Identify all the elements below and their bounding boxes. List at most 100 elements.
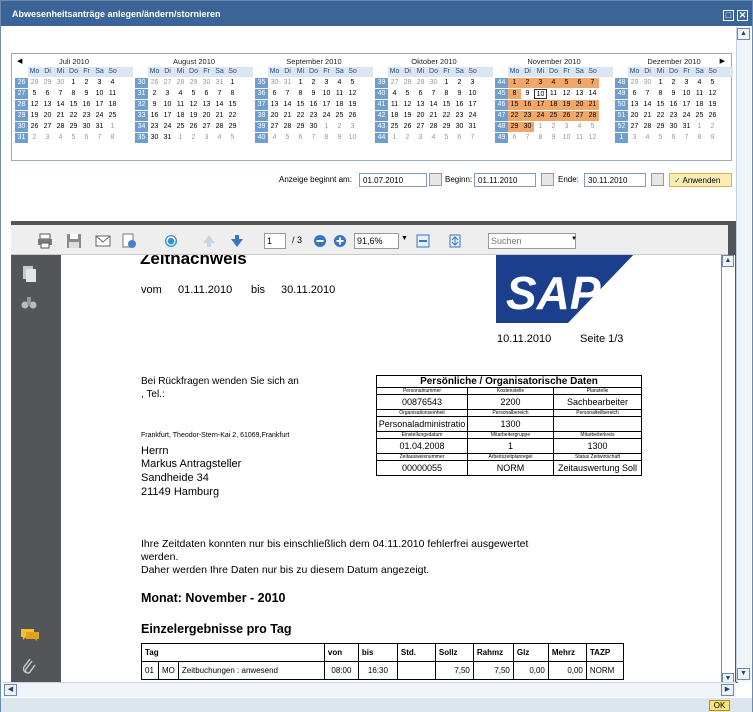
calendar-day[interactable]: 9 (547, 133, 560, 143)
week-number[interactable]: 32 (135, 100, 148, 110)
calendar-day[interactable]: 31 (281, 78, 294, 88)
print-icon[interactable] (37, 233, 53, 249)
calendar-day[interactable]: 13 (41, 100, 54, 110)
comment-tool-icon[interactable] (121, 233, 137, 249)
calendar-day[interactable]: 2 (187, 133, 200, 143)
calendar-day[interactable]: 2 (28, 133, 41, 143)
calendar-day[interactable]: 24 (680, 111, 693, 121)
calendar-day[interactable]: 11 (573, 133, 586, 143)
calendar-day[interactable]: 17 (161, 111, 174, 121)
calendar-day[interactable]: 6 (414, 89, 427, 99)
calendar-day[interactable]: 16 (453, 100, 466, 110)
calendar-day[interactable]: 10 (534, 89, 547, 99)
calendar-day[interactable]: 12 (401, 100, 414, 110)
fit-page-icon[interactable] (447, 233, 463, 249)
calendar-day[interactable]: 20 (41, 111, 54, 121)
calendar-icon[interactable] (651, 173, 664, 186)
calendar-day[interactable]: 3 (560, 122, 573, 132)
email-icon[interactable] (95, 233, 111, 249)
calendar-day[interactable]: 27 (200, 122, 213, 132)
calendar-day[interactable]: 30 (641, 78, 654, 88)
calendar-day[interactable]: 30 (268, 78, 281, 88)
calendar-day[interactable]: 22 (67, 111, 80, 121)
calendar-day[interactable]: 6 (200, 89, 213, 99)
calendar-day[interactable]: 24 (534, 111, 547, 121)
calendar-day[interactable]: 2 (307, 78, 320, 88)
zoom-in-icon[interactable] (332, 233, 348, 249)
calendar-day[interactable]: 15 (67, 100, 80, 110)
zoom-select[interactable]: 91,6% (354, 233, 399, 249)
calendar-day[interactable]: 17 (320, 100, 333, 110)
calendar-day[interactable]: 23 (80, 111, 93, 121)
next-month-icon[interactable]: ▶ (720, 57, 725, 65)
week-number[interactable]: 49 (495, 133, 508, 143)
calendar-day[interactable]: 7 (307, 133, 320, 143)
calendar-day[interactable]: 4 (547, 78, 560, 88)
calendar-day[interactable]: 25 (388, 122, 401, 132)
calendar-icon[interactable] (541, 173, 554, 186)
calendar-day[interactable]: 6 (573, 78, 586, 88)
calendar-day[interactable]: 14 (427, 100, 440, 110)
calendar-day[interactable]: 27 (628, 122, 641, 132)
calendar-day[interactable]: 2 (706, 122, 719, 132)
calendar-day[interactable]: 30 (148, 133, 161, 143)
calendar-day[interactable]: 29 (187, 78, 200, 88)
calendar-day[interactable]: 4 (388, 89, 401, 99)
calendar-day[interactable]: 24 (466, 111, 479, 121)
week-number[interactable]: 31 (15, 133, 28, 143)
calendar-day[interactable]: 27 (573, 111, 586, 121)
scroll-right-button[interactable]: ▶ (721, 684, 734, 696)
calendar-day[interactable]: 2 (401, 133, 414, 143)
calendar-day[interactable]: 10 (466, 89, 479, 99)
calendar-day[interactable]: 1 (67, 78, 80, 88)
calendar-day[interactable]: 28 (54, 122, 67, 132)
calendar-day[interactable]: 26 (148, 78, 161, 88)
calendar-day[interactable]: 3 (41, 133, 54, 143)
calendar-day[interactable]: 15 (440, 100, 453, 110)
pdf-scrollbar[interactable]: ▲ ▼ (721, 255, 735, 685)
calendar-day[interactable]: 9 (453, 89, 466, 99)
week-number[interactable]: 39 (375, 78, 388, 88)
calendar-day[interactable]: 17 (534, 100, 547, 110)
calendar-day[interactable]: 31 (93, 122, 106, 132)
calendar-day[interactable]: 28 (28, 78, 41, 88)
week-number[interactable]: 39 (255, 122, 268, 132)
calendar-day[interactable]: 11 (388, 100, 401, 110)
calendar-day[interactable]: 16 (80, 100, 93, 110)
scroll-up-button[interactable]: ▲ (722, 255, 734, 267)
week-number[interactable]: 31 (135, 89, 148, 99)
calendar-day[interactable]: 16 (307, 100, 320, 110)
attachments-binoculars-icon[interactable] (21, 295, 37, 309)
calendar-day[interactable]: 13 (628, 100, 641, 110)
calendar-day[interactable]: 30 (307, 122, 320, 132)
ok-button[interactable]: OK (709, 700, 730, 711)
week-number[interactable]: 28 (15, 100, 28, 110)
calendar-day[interactable]: 17 (680, 100, 693, 110)
calendar-day[interactable]: 6 (667, 133, 680, 143)
calendar-day[interactable]: 1 (440, 78, 453, 88)
calendar-day[interactable]: 11 (693, 89, 706, 99)
calendar-day[interactable]: 1 (534, 122, 547, 132)
week-number[interactable]: 30 (15, 122, 28, 132)
week-number[interactable]: 40 (375, 89, 388, 99)
scroll-left-button[interactable]: ◀ (4, 684, 17, 696)
calendar-day[interactable]: 8 (534, 133, 547, 143)
calendar-day[interactable]: 23 (521, 111, 534, 121)
calendar-day[interactable]: 16 (667, 100, 680, 110)
calendar-day[interactable]: 18 (174, 111, 187, 121)
calendar-day[interactable]: 5 (281, 133, 294, 143)
week-number[interactable]: 1 (615, 133, 628, 143)
week-number[interactable]: 26 (15, 78, 28, 88)
calendar-day[interactable]: 6 (453, 133, 466, 143)
calendar-day[interactable]: 21 (281, 111, 294, 121)
calendar-day[interactable]: 10 (93, 89, 106, 99)
calendar-day[interactable]: 29 (508, 122, 521, 132)
calendar-day[interactable]: 1 (174, 133, 187, 143)
calendar-day[interactable]: 7 (54, 89, 67, 99)
calendar-day[interactable]: 12 (586, 133, 599, 143)
calendar-day[interactable]: 31 (680, 122, 693, 132)
calendar-day[interactable]: 1 (294, 78, 307, 88)
calendar-day[interactable]: 5 (706, 78, 719, 88)
calendar-day[interactable]: 21 (641, 111, 654, 121)
calendar-day[interactable]: 10 (346, 133, 359, 143)
